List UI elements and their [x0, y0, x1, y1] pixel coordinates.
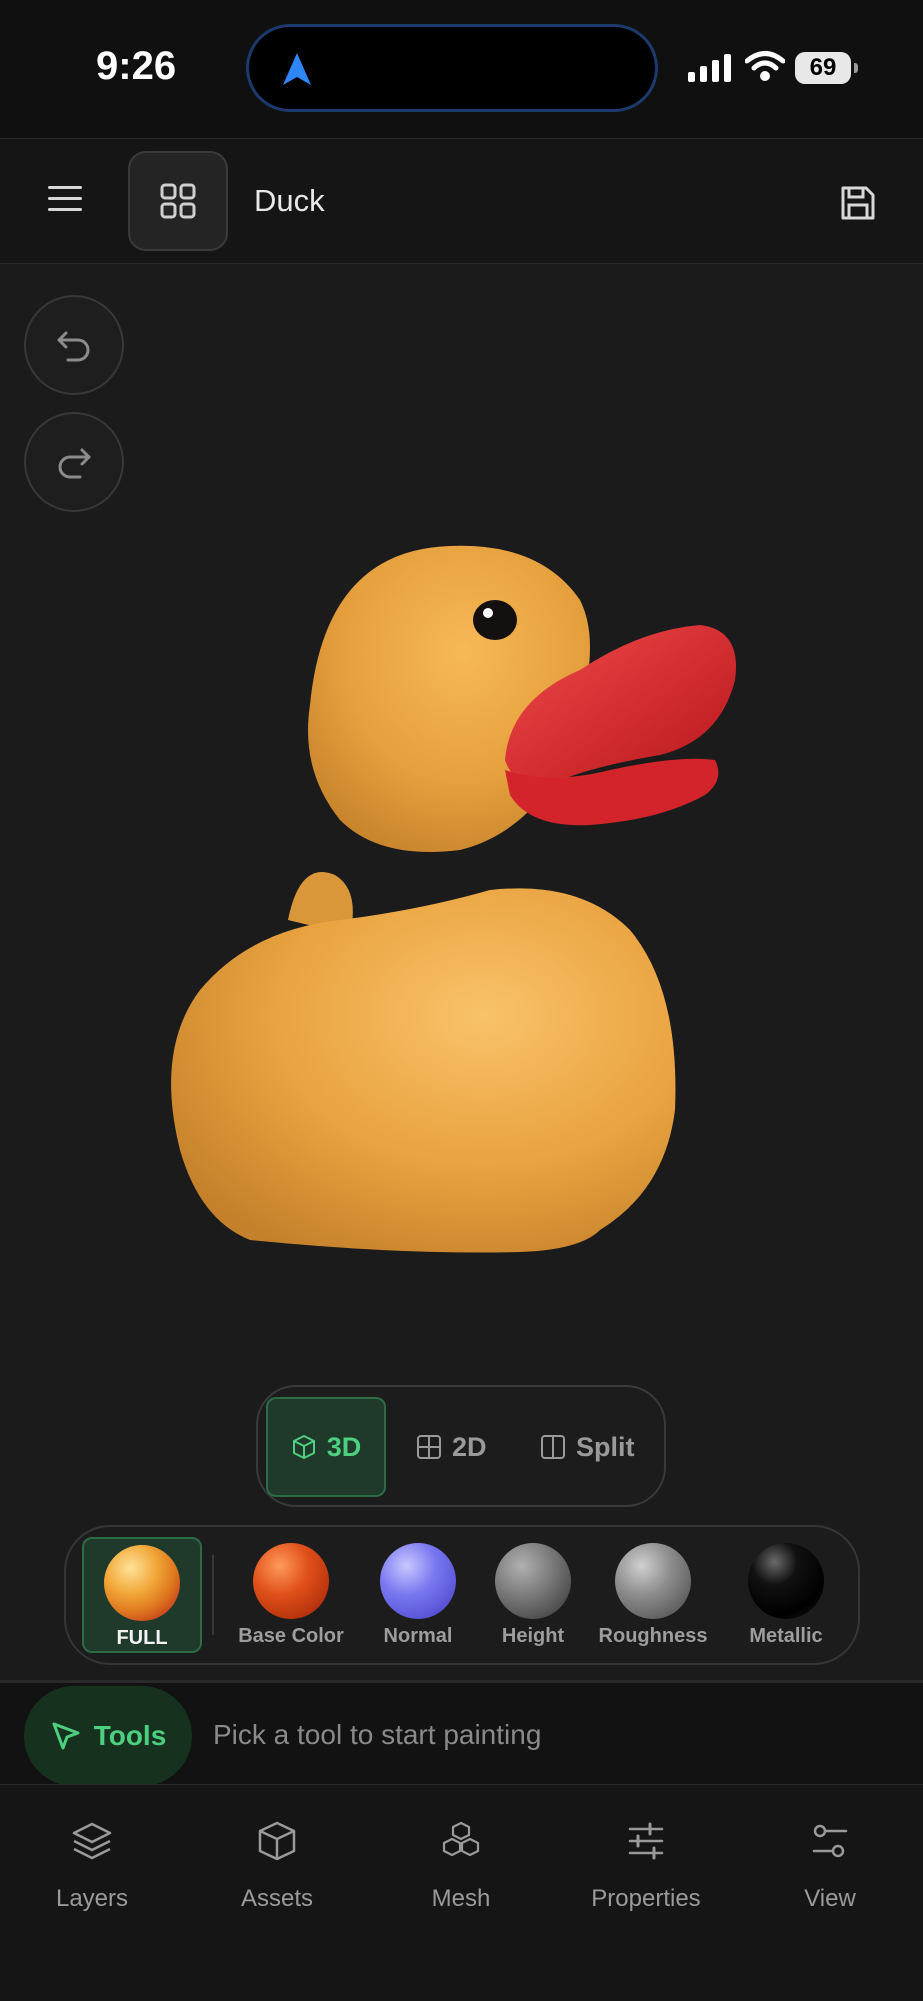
channel-height[interactable]: Height — [473, 1537, 593, 1653]
nav-layers[interactable]: Layers — [12, 1819, 172, 1913]
wifi-icon — [745, 51, 785, 81]
nav-assets-label: Assets — [240, 1885, 314, 1912]
view-mode-split[interactable]: Split — [540, 1397, 635, 1497]
undo-icon — [57, 331, 90, 362]
sliders-icon — [628, 1822, 664, 1860]
nav-properties[interactable]: Properties — [566, 1819, 726, 1913]
tools-button-label: Tools — [93, 1720, 167, 1751]
tools-bar: Tools Pick a tool to start painting — [0, 1680, 923, 1786]
channel-metallic-label: Metallic — [749, 1625, 823, 1647]
gallery-button[interactable] — [128, 151, 228, 251]
top-toolbar: Duck — [0, 139, 923, 264]
cursor-pointer-icon — [52, 1722, 80, 1750]
tools-button[interactable]: Tools — [24, 1686, 192, 1786]
split-icon — [541, 1435, 565, 1459]
nav-view-label: View — [804, 1885, 856, 1912]
cellular-signal-icon — [688, 54, 731, 82]
box-icon — [258, 1821, 296, 1861]
material-channel-selector: FULL Base Color Normal Height Roughness … — [64, 1525, 860, 1665]
normal-preview-sphere — [380, 1543, 456, 1619]
location-arrow-icon — [283, 53, 311, 85]
base-color-preview-sphere — [253, 1543, 329, 1619]
channel-full[interactable]: FULL — [82, 1537, 202, 1653]
grid-icon — [160, 183, 196, 219]
nav-view[interactable]: View — [750, 1819, 910, 1913]
channel-base-color[interactable]: Base Color — [226, 1537, 356, 1653]
view-mode-2d-label: 2D — [452, 1431, 487, 1462]
cube-icon — [292, 1435, 315, 1459]
project-title: Duck — [254, 183, 325, 218]
status-bar: 9:26 69 — [0, 0, 923, 139]
channel-divider — [212, 1555, 214, 1635]
view-settings-icon — [812, 1824, 848, 1858]
nav-mesh-label: Mesh — [431, 1885, 491, 1912]
dynamic-island — [246, 24, 658, 112]
duck-model — [171, 545, 736, 1253]
height-preview-sphere — [495, 1543, 571, 1619]
layers-icon — [72, 1822, 112, 1860]
view-mode-split-label: Split — [576, 1431, 635, 1462]
nav-assets[interactable]: Assets — [197, 1819, 357, 1913]
redo-icon — [58, 448, 91, 479]
cubes-icon — [442, 1821, 480, 1857]
hamburger-menu-icon[interactable] — [46, 179, 86, 219]
grid-icon — [417, 1435, 441, 1459]
battery-indicator: 69 — [795, 52, 858, 84]
nav-properties-label: Properties — [591, 1885, 701, 1912]
nav-layers-label: Layers — [55, 1885, 129, 1912]
view-mode-3d[interactable]: 3D — [266, 1397, 386, 1497]
channel-height-label: Height — [501, 1625, 565, 1647]
bottom-navigation: Layers Assets Mesh Properties View — [0, 1784, 923, 2001]
3d-viewport[interactable] — [160, 530, 800, 1300]
tools-hint-text: Pick a tool to start painting — [213, 1719, 542, 1750]
metallic-preview-sphere — [748, 1543, 824, 1619]
roughness-preview-sphere — [615, 1543, 691, 1619]
status-time: 9:26 — [96, 44, 177, 88]
channel-metallic[interactable]: Metallic — [726, 1537, 846, 1653]
view-mode-3d-label: 3D — [326, 1431, 362, 1462]
channel-normal-label: Normal — [383, 1625, 453, 1647]
battery-level: 69 — [809, 54, 837, 81]
view-mode-switch: 3D 2D Split — [256, 1385, 666, 1507]
undo-button[interactable] — [24, 295, 124, 395]
save-icon[interactable] — [838, 183, 878, 223]
redo-button[interactable] — [24, 412, 124, 512]
channel-full-label: FULL — [116, 1627, 168, 1649]
channel-base-color-label: Base Color — [238, 1625, 344, 1647]
full-preview-sphere — [104, 1545, 180, 1621]
channel-roughness[interactable]: Roughness — [588, 1537, 718, 1653]
nav-mesh[interactable]: Mesh — [381, 1819, 541, 1913]
view-mode-2d[interactable]: 2D — [416, 1397, 487, 1497]
channel-normal[interactable]: Normal — [358, 1537, 478, 1653]
channel-roughness-label: Roughness — [598, 1625, 708, 1647]
